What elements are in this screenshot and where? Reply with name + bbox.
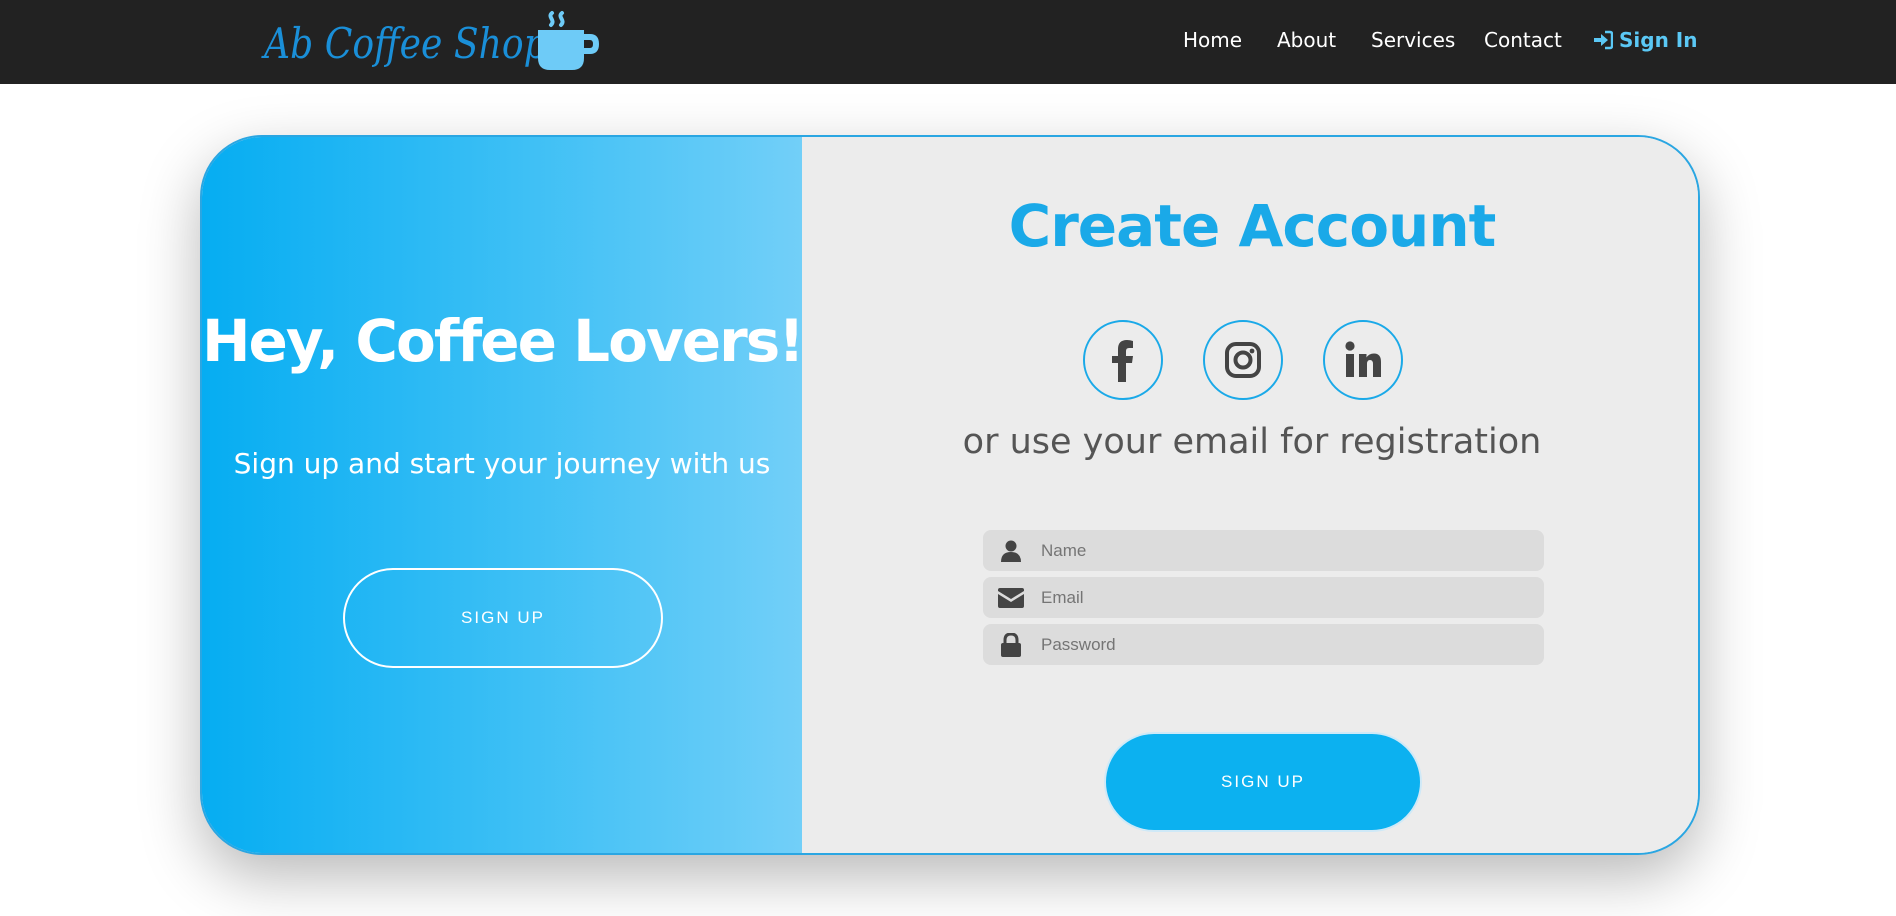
user-icon	[983, 530, 1031, 571]
nav-link-about[interactable]: About	[1277, 28, 1336, 52]
name-input[interactable]	[1031, 531, 1511, 570]
welcome-panel: Hey, Coffee Lovers! Sign up and start yo…	[202, 137, 805, 853]
navbar: Ab Coffee Shop Home About Services Conta…	[0, 0, 1896, 84]
email-field	[983, 577, 1544, 618]
password-input[interactable]	[1031, 625, 1511, 664]
welcome-sign-up-button[interactable]: SIGN UP	[343, 568, 663, 668]
instagram-button[interactable]	[1203, 320, 1283, 400]
create-account-title: Create Account	[1008, 192, 1497, 260]
sign-in-icon	[1594, 30, 1613, 50]
coffee-cup-icon	[538, 11, 599, 70]
sign-in-link[interactable]: Sign In	[1593, 28, 1697, 52]
welcome-subtitle: Sign up and start your journey with us	[233, 447, 771, 480]
envelope-icon	[983, 577, 1031, 618]
register-sign-up-button[interactable]: SIGN UP	[1104, 732, 1422, 832]
register-panel: Create Account or use your email for reg…	[802, 137, 1698, 853]
nav-link-home[interactable]: Home	[1183, 28, 1242, 52]
facebook-icon	[1112, 340, 1133, 382]
nav-link-services[interactable]: Services	[1371, 28, 1455, 52]
email-input[interactable]	[1031, 578, 1511, 617]
lock-icon	[983, 624, 1031, 665]
facebook-button[interactable]	[1083, 320, 1163, 400]
name-field	[983, 530, 1544, 571]
registration-subtitle: or use your email for registration	[962, 422, 1542, 462]
brand-name: Ab Coffee Shop	[264, 18, 547, 68]
auth-card: Hey, Coffee Lovers! Sign up and start yo…	[200, 135, 1700, 855]
nav-link-contact[interactable]: Contact	[1484, 28, 1562, 52]
instagram-icon	[1225, 342, 1261, 378]
password-field	[983, 624, 1544, 665]
linkedin-button[interactable]	[1323, 320, 1403, 400]
welcome-title: Hey, Coffee Lovers!	[202, 307, 805, 375]
sign-in-label: Sign In	[1619, 28, 1698, 52]
linkedin-icon	[1345, 341, 1381, 377]
brand-logo-link[interactable]: Ab Coffee Shop	[264, 8, 599, 78]
